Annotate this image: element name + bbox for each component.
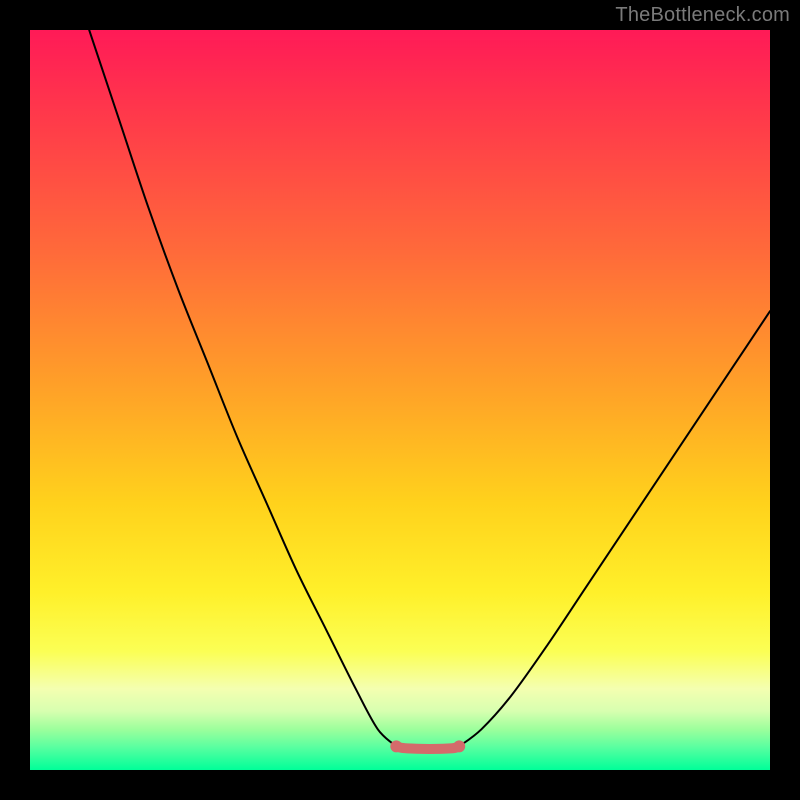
watermark-label: TheBottleneck.com bbox=[615, 4, 790, 27]
valley-marker bbox=[390, 740, 465, 752]
chart-frame: TheBottleneck.com bbox=[0, 0, 800, 800]
chart-plot-area bbox=[30, 30, 770, 770]
chart-overlay bbox=[30, 30, 770, 770]
curve-right-branch bbox=[459, 311, 770, 746]
curve-left-branch bbox=[89, 30, 396, 746]
